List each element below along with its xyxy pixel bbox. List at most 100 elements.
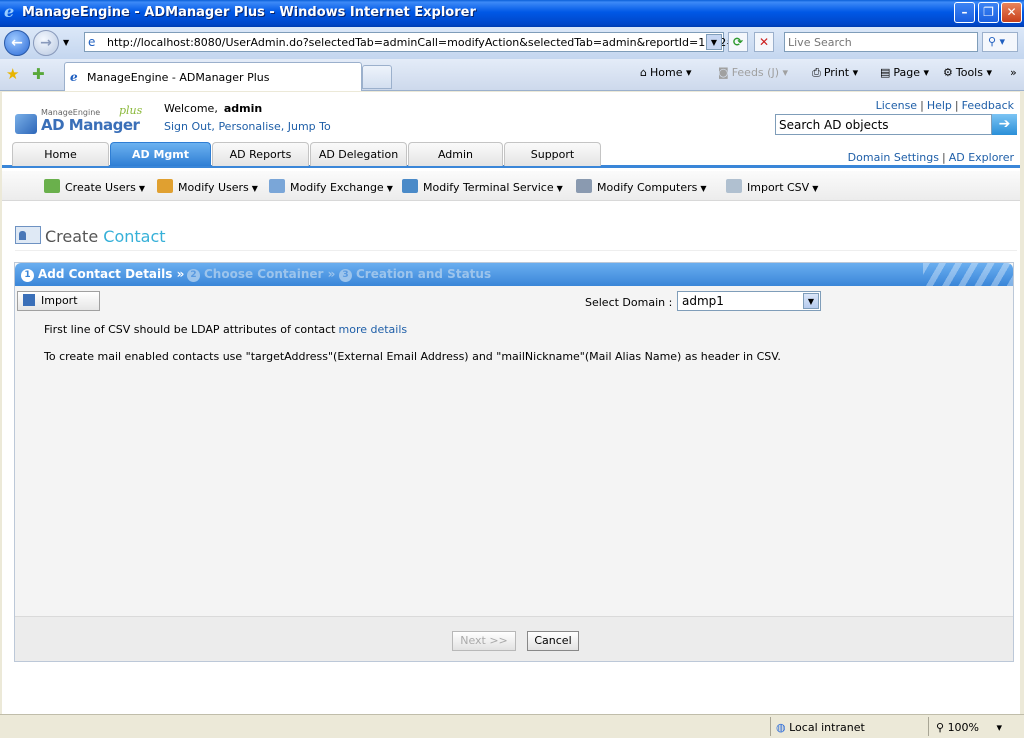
personalise-link[interactable]: Personalise, [218,120,284,133]
magnifier-icon: ⚲ ▾ [988,35,1006,48]
new-tab-button[interactable] [362,65,392,89]
next-button[interactable]: Next >> [452,631,516,651]
page-title: Create Contact [15,224,1017,251]
search-go-button[interactable]: ⚲ ▾ [982,32,1018,52]
add-favorite-icon[interactable]: ✚ [32,65,45,83]
menu-create-users-label: Create Users [65,181,136,194]
menu-modify-exchange[interactable]: Modify Exchange ▼ [269,179,393,194]
user-links: Sign Out, Personalise, Jump To [164,120,331,133]
wizard-body: Import Select Domain : admp1 ▼ First lin… [15,286,1013,616]
tab-ad-reports[interactable]: AD Reports [212,142,309,166]
menu-import-csv-label: Import CSV [747,181,810,194]
terminal-service-icon [402,179,418,193]
import-button[interactable]: Import [17,291,100,311]
computer-icon [576,179,592,193]
ad-mgmt-submenu: Create Users ▼ Modify Users ▼ Modify Excha… [2,171,1020,201]
feeds-command-label: Feeds (J) [731,66,779,79]
live-search-box[interactable] [784,32,978,52]
ad-search-go-button[interactable]: ➔ [992,114,1017,135]
zoom-control[interactable]: ⚲ 100% ▾ [936,721,1002,734]
ad-search-input[interactable] [776,115,991,134]
zone-label: Local intranet [789,721,865,734]
select-domain-label: Select Domain : [585,296,673,309]
tab-page-icon: e [70,70,78,84]
ad-search-box[interactable] [775,114,992,135]
refresh-button[interactable]: ⟳ [728,32,748,52]
menu-modify-users[interactable]: Modify Users ▼ [157,179,258,194]
status-divider [770,717,771,736]
logo-mark-icon [15,114,37,134]
page-command[interactable]: ▤ Page ▾ [880,66,929,79]
step-2-label: Choose Container » [204,267,336,281]
window-title-bar: e ManageEngine - ADManager Plus - Window… [0,0,1024,27]
status-bar: ◍ Local intranet ⚲ 100% ▾ [0,714,1024,738]
step-3-label: Creation and Status [356,267,492,281]
sign-out-link[interactable]: Sign Out, [164,120,215,133]
minimize-button[interactable]: – [954,2,975,23]
forward-button[interactable]: → [33,30,59,56]
create-users-icon [44,179,60,193]
feeds-command[interactable]: ◙ Feeds (J) ▾ [718,66,788,79]
address-dropdown-button[interactable]: ▼ [706,34,722,50]
license-link[interactable]: License [876,99,917,112]
url-text[interactable]: http://localhost:8080/UserAdmin.do?selec… [107,36,735,49]
address-toolbar: ← → ▼ e http://localhost:8080/UserAdmin.… [0,27,1024,59]
live-search-input[interactable] [785,33,977,51]
page-icon: e [88,35,96,49]
print-command[interactable]: ⎙ Print ▾ [812,66,858,80]
cancel-button[interactable]: Cancel [527,631,579,651]
more-details-link[interactable]: more details [339,323,408,336]
tab-home[interactable]: Home [12,142,109,166]
menu-modify-terminal-service[interactable]: Modify Terminal Service ▼ [402,179,563,194]
import-button-label: Import [41,294,78,307]
rss-icon: ◙ [718,66,729,79]
feedback-link[interactable]: Feedback [962,99,1014,112]
header-decoration [923,263,1013,286]
home-command[interactable]: ⌂ Home ▾ [640,66,692,79]
back-button[interactable]: ← [4,30,30,56]
arrow-right-icon: ➔ [998,116,1011,132]
address-bar[interactable]: e http://localhost:8080/UserAdmin.do?sel… [84,32,735,52]
chevron-down-icon[interactable]: ▼ [803,293,819,309]
browser-tab-title: ManageEngine - ADManager Plus [87,71,270,84]
tab-ad-mgmt[interactable]: AD Mgmt [110,142,211,166]
jump-to-link[interactable]: Jump To [288,120,331,133]
browser-tab-active[interactable]: e ManageEngine - ADManager Plus [64,62,362,91]
top-links: License | Help | Feedback [875,99,1014,112]
welcome-label: Welcome, [164,102,218,115]
tab-ad-delegation[interactable]: AD Delegation [310,142,407,166]
home-icon: ⌂ [640,66,647,79]
modify-users-icon [157,179,173,193]
csv-info-text: First line of CSV should be LDAP attribu… [44,323,336,336]
toolbar-overflow-icon[interactable]: » [1010,66,1017,79]
help-link[interactable]: Help [927,99,952,112]
admanager-logo: ManageEngine AD Manager plus [15,100,145,136]
step-add-contact-details: 1 Add Contact Details » [21,267,184,282]
import-csv-icon [726,179,742,193]
window-title: ManageEngine - ADManager Plus - Windows … [22,5,476,20]
domain-select[interactable]: admp1 ▼ [677,291,821,311]
page-title-prefix: Create [45,227,99,246]
zoom-label: 100% [947,721,980,734]
modify-exchange-icon [269,179,285,193]
contact-card-icon [15,226,41,244]
stop-button[interactable]: ✕ [754,32,774,52]
gear-icon: ⚙ [943,66,953,79]
step-creation-and-status: 3 Creation and Status [339,267,491,282]
domain-settings-link[interactable]: Domain Settings [848,151,939,164]
favorites-star-icon[interactable]: ★ [6,65,19,83]
menu-modify-computers[interactable]: Modify Computers ▼ [576,179,707,194]
restore-button[interactable]: ❐ [978,2,999,23]
menu-create-users[interactable]: Create Users ▼ [44,179,145,194]
tools-command[interactable]: ⚙ Tools ▾ [943,66,992,79]
menu-import-csv[interactable]: Import CSV ▼ [726,179,818,194]
tab-admin[interactable]: Admin [408,142,503,166]
page-menu-icon: ▤ [880,66,891,79]
history-dropdown-icon[interactable]: ▼ [63,38,69,47]
close-window-button[interactable]: ✕ [1001,2,1022,23]
tools-command-label: Tools [955,66,983,79]
tab-support[interactable]: Support [504,142,601,166]
logo-product: AD Manager [41,116,140,134]
ad-explorer-link[interactable]: AD Explorer [949,151,1014,164]
csv-info-line: First line of CSV should be LDAP attribu… [44,323,407,336]
